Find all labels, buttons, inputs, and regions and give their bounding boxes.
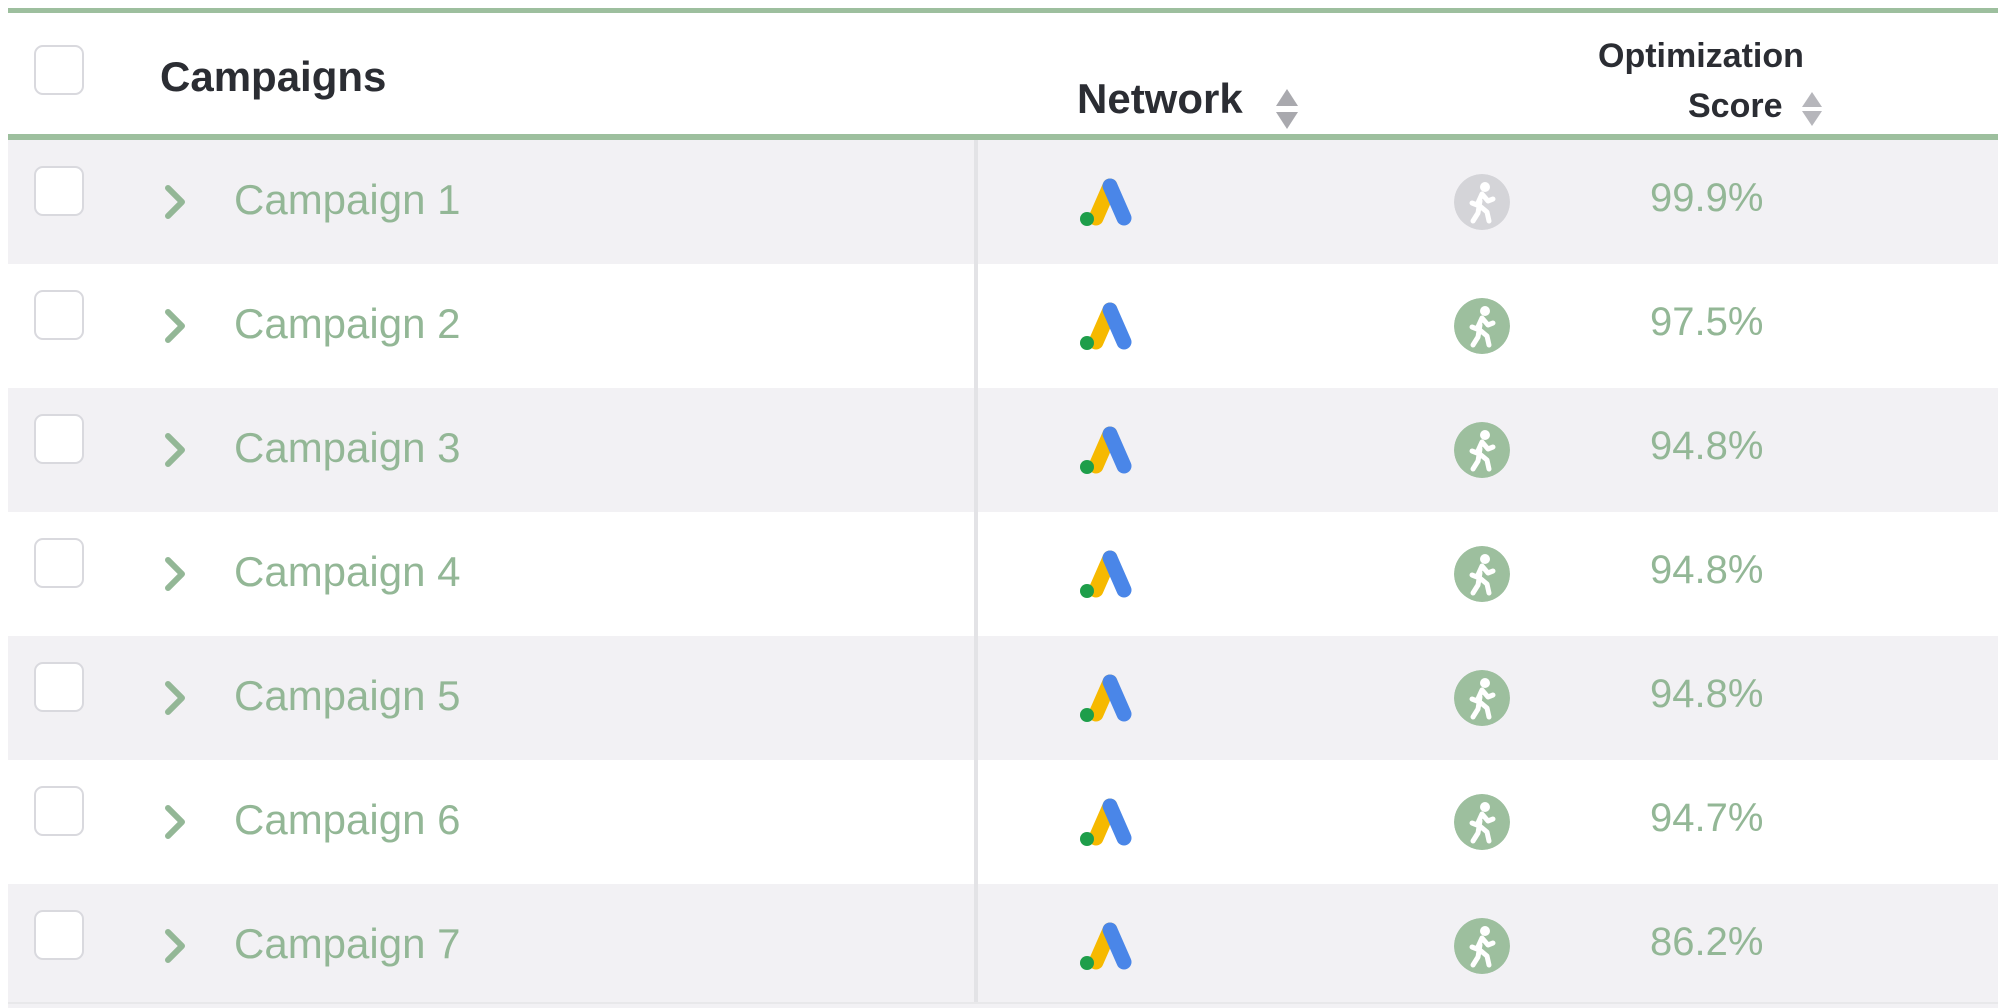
google-ads-icon xyxy=(1080,178,1132,226)
optimization-score-value: 86.2% xyxy=(1650,920,1764,964)
table-row[interactable]: Campaign 3 94.8% xyxy=(8,388,1998,512)
optimization-score-value: 99.9% xyxy=(1650,176,1764,220)
column-header-optimization-line2[interactable]: Score xyxy=(1688,87,1783,126)
row-checkbox[interactable] xyxy=(34,166,84,216)
column-divider[interactable] xyxy=(974,140,978,1002)
table-row[interactable]: Campaign 4 94.8% xyxy=(8,512,1998,636)
chevron-right-icon[interactable] xyxy=(162,678,190,718)
row-checkbox[interactable] xyxy=(34,414,84,464)
chevron-right-icon[interactable] xyxy=(162,802,190,842)
walking-person-icon xyxy=(1454,422,1510,478)
sort-icon[interactable] xyxy=(1801,91,1823,127)
table-row[interactable]: Campaign 5 94.8% xyxy=(8,636,1998,760)
row-checkbox[interactable] xyxy=(34,290,84,340)
bottom-rule xyxy=(8,1002,1998,1004)
walking-person-icon xyxy=(1454,794,1510,850)
google-ads-icon xyxy=(1080,674,1132,722)
column-header-optimization-line1[interactable]: Optimization xyxy=(1598,37,1804,76)
campaign-name-link[interactable]: Campaign 3 xyxy=(234,424,460,472)
optimization-score-value: 94.8% xyxy=(1650,424,1764,468)
chevron-right-icon[interactable] xyxy=(162,554,190,594)
walking-person-icon xyxy=(1454,918,1510,974)
google-ads-icon xyxy=(1080,550,1132,598)
table-header: Campaigns Network Optimization Score xyxy=(8,13,1998,134)
walking-person-icon xyxy=(1454,546,1510,602)
table-row[interactable]: Campaign 6 94.7% xyxy=(8,760,1998,884)
table-body: Campaign 1 99.9% Campaign 2 97.5% Campai… xyxy=(8,140,1998,1008)
campaign-name-link[interactable]: Campaign 2 xyxy=(234,300,460,348)
chevron-right-icon[interactable] xyxy=(162,182,190,222)
table-row[interactable]: Campaign 1 99.9% xyxy=(8,140,1998,264)
row-checkbox[interactable] xyxy=(34,662,84,712)
campaign-name-link[interactable]: Campaign 4 xyxy=(234,548,460,596)
chevron-right-icon[interactable] xyxy=(162,430,190,470)
select-all-checkbox[interactable] xyxy=(34,45,84,95)
optimization-score-value: 97.5% xyxy=(1650,300,1764,344)
table-row[interactable]: Campaign 7 86.2% xyxy=(8,884,1998,1008)
row-checkbox[interactable] xyxy=(34,786,84,836)
optimization-score-value: 94.8% xyxy=(1650,672,1764,716)
walking-person-icon xyxy=(1454,298,1510,354)
google-ads-icon xyxy=(1080,302,1132,350)
google-ads-icon xyxy=(1080,922,1132,970)
campaigns-table: Campaigns Network Optimization Score Cam… xyxy=(8,0,1998,1008)
campaign-name-link[interactable]: Campaign 1 xyxy=(234,176,460,224)
optimization-score-value: 94.8% xyxy=(1650,548,1764,592)
google-ads-icon xyxy=(1080,426,1132,474)
table-row[interactable]: Campaign 2 97.5% xyxy=(8,264,1998,388)
chevron-right-icon[interactable] xyxy=(162,926,190,966)
campaign-name-link[interactable]: Campaign 7 xyxy=(234,920,460,968)
column-header-campaigns[interactable]: Campaigns xyxy=(160,53,386,101)
walking-person-icon xyxy=(1454,174,1510,230)
sort-icon[interactable] xyxy=(1274,87,1300,131)
row-checkbox[interactable] xyxy=(34,910,84,960)
optimization-score-value: 94.7% xyxy=(1650,796,1764,840)
row-checkbox[interactable] xyxy=(34,538,84,588)
campaign-name-link[interactable]: Campaign 6 xyxy=(234,796,460,844)
chevron-right-icon[interactable] xyxy=(162,306,190,346)
campaign-name-link[interactable]: Campaign 5 xyxy=(234,672,460,720)
walking-person-icon xyxy=(1454,670,1510,726)
google-ads-icon xyxy=(1080,798,1132,846)
column-header-network[interactable]: Network xyxy=(1077,75,1243,123)
